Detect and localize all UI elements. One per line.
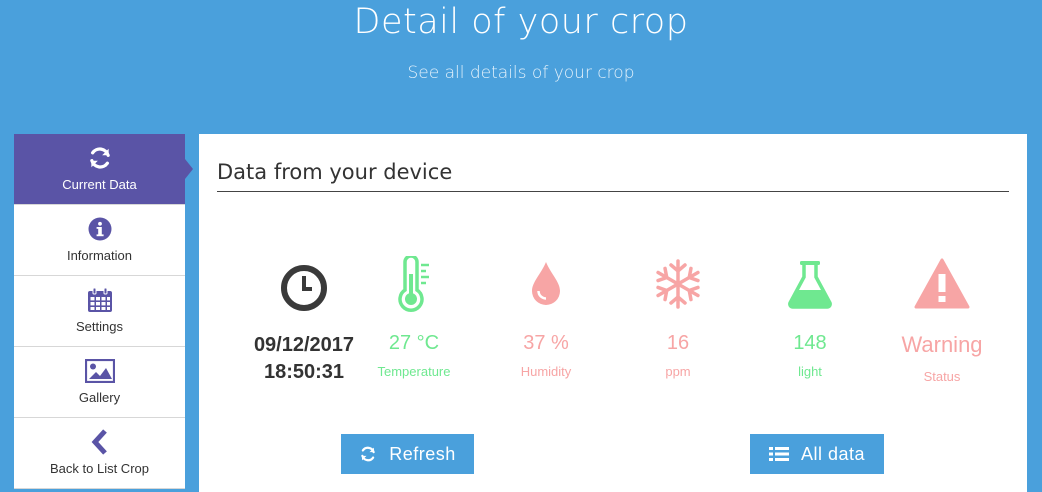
- info-icon: [88, 214, 112, 244]
- sidebar-item-label: Settings: [76, 319, 123, 334]
- ppm-label: ppm: [665, 364, 691, 379]
- sidebar-item-back[interactable]: Back to List Crop: [14, 418, 185, 489]
- sidebar-item-label: Information: [66, 248, 133, 263]
- sidebar-item-gallery[interactable]: Gallery: [14, 347, 185, 418]
- device-data-panel: Data from your device 09/12/2017 18:50:3…: [199, 134, 1027, 492]
- snowflake-icon: [652, 254, 704, 314]
- calendar-icon: [87, 285, 113, 315]
- humidity-label: Humidity: [520, 364, 572, 379]
- status-label: Status: [923, 369, 961, 384]
- panel-title: Data from your device: [217, 160, 453, 184]
- refresh-button[interactable]: Refresh: [341, 434, 474, 474]
- refresh-icon: [359, 445, 377, 463]
- sidebar-item-settings[interactable]: Settings: [14, 276, 185, 347]
- clock-icon: [280, 258, 328, 318]
- chevron-left-icon: [90, 427, 110, 457]
- list-icon: [768, 446, 789, 462]
- refresh-icon: [87, 143, 113, 173]
- sidebar-item-current-data[interactable]: Current Data: [14, 134, 193, 205]
- droplet-icon: [529, 254, 563, 314]
- light-metric: 148 light: [745, 254, 875, 379]
- temperature-metric: 27 °C Temperature: [349, 254, 479, 379]
- light-label: light: [798, 364, 822, 379]
- thermometer-icon: [396, 254, 432, 314]
- page-title: Detail of your crop: [353, 2, 689, 42]
- sidebar-item-label: Current Data: [62, 177, 137, 192]
- humidity-value: 37 %: [523, 332, 569, 354]
- divider: [217, 191, 1009, 192]
- refresh-button-label: Refresh: [389, 443, 456, 464]
- image-icon: [84, 356, 115, 386]
- page-subtitle: See all details of your crop: [407, 63, 635, 83]
- humidity-metric: 37 % Humidity: [481, 254, 611, 379]
- status-value: Warning: [901, 332, 983, 357]
- sidebar-item-label: Back to List Crop: [50, 461, 149, 476]
- sidebar: Current Data Information Settings Galler…: [14, 134, 193, 489]
- all-data-button[interactable]: All data: [750, 434, 884, 474]
- ppm-metric: 16 ppm: [613, 254, 743, 379]
- flask-icon: [786, 254, 834, 314]
- status-metric: Warning Status: [877, 254, 1007, 384]
- temperature-value: 27 °C: [388, 332, 440, 354]
- light-value: 148: [793, 332, 827, 354]
- ppm-value: 16: [666, 332, 690, 354]
- all-data-button-label: All data: [800, 443, 866, 464]
- temperature-label: Temperature: [377, 364, 451, 379]
- warning-icon: [914, 254, 970, 314]
- datetime-date: 09/12/2017: [253, 334, 355, 356]
- sidebar-item-label: Gallery: [78, 390, 121, 405]
- sidebar-item-information[interactable]: Information: [14, 205, 185, 276]
- datetime-time: 18:50:31: [263, 361, 345, 383]
